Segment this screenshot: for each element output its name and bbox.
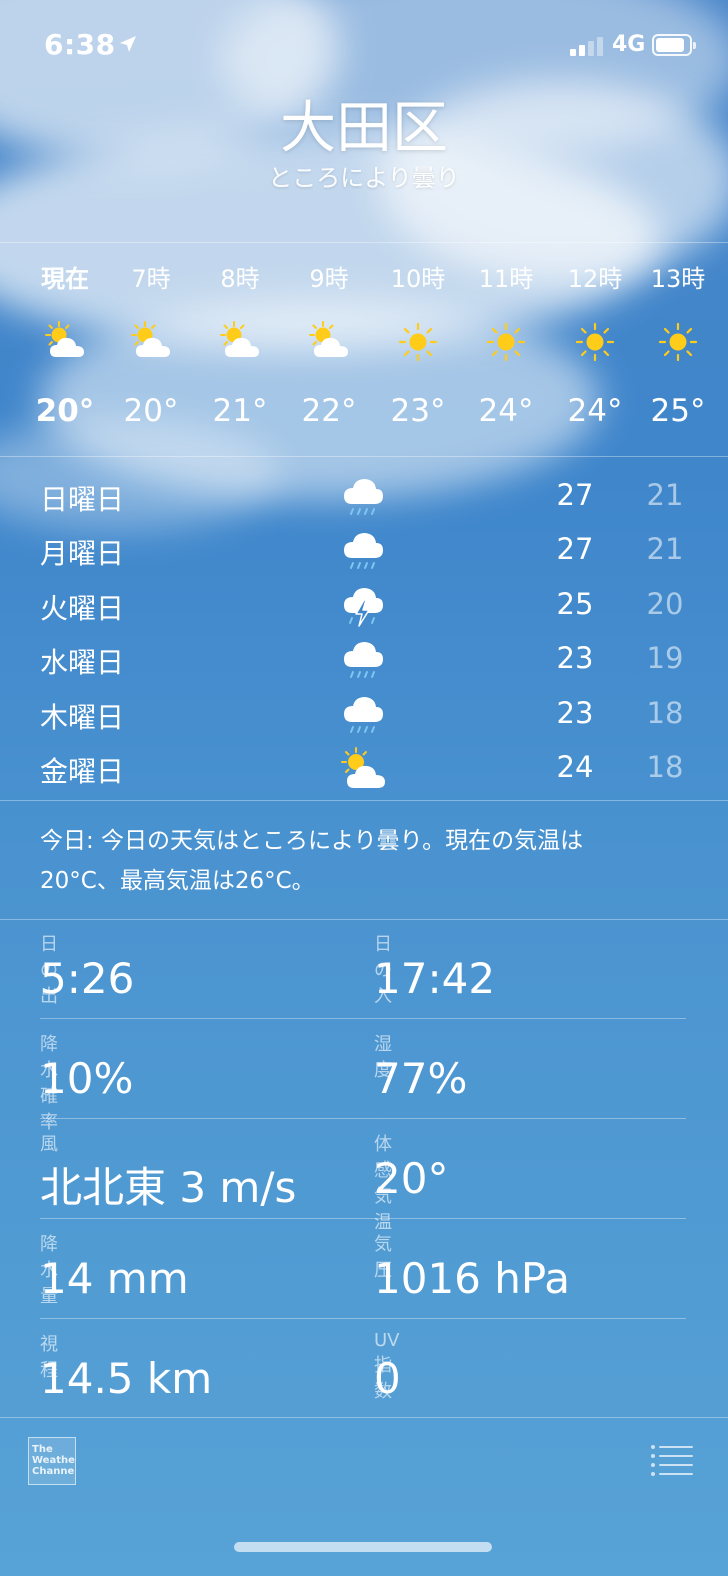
day-name: 金曜日 (40, 755, 125, 788)
partly-cloudy-icon (220, 321, 260, 358)
partly-cloudy-icon (131, 321, 171, 358)
sun-icon (398, 322, 438, 362)
hour-label: 11時 (478, 265, 534, 293)
hour-label: 現在 (41, 265, 89, 293)
divider (40, 1218, 686, 1219)
sun-icon (486, 322, 526, 362)
day-low: 19 (646, 641, 684, 675)
hourly-item: 8時 21° (190, 243, 290, 457)
hour-temp: 20° (123, 393, 179, 429)
rain-icon (343, 532, 384, 569)
rain-icon (343, 478, 384, 515)
weather-details: 日の出 5:26 日の入 17:42 降水確率 10% 湿度 77% 風 北北東… (0, 920, 728, 1420)
cellular-signal-icon (570, 36, 604, 56)
day-name: 火曜日 (40, 592, 125, 625)
day-low: 18 (646, 750, 684, 784)
detail-value: 10% (40, 1054, 134, 1103)
current-condition: ところにより曇り (268, 164, 460, 192)
hour-temp: 21° (212, 393, 268, 429)
day-high: 23 (556, 641, 594, 675)
day-high: 27 (556, 532, 594, 566)
hour-temp: 24° (478, 393, 534, 429)
hour-label: 13時 (650, 265, 706, 293)
detail-value: 20° (374, 1154, 449, 1203)
status-bar: 6:38 4G (0, 0, 728, 90)
detail-value: 1016 hPa (374, 1254, 571, 1303)
day-high: 23 (556, 696, 594, 730)
day-high: 24 (556, 750, 594, 784)
hour-temp: 23° (390, 393, 446, 429)
day-high: 27 (556, 478, 594, 512)
hour-temp: 20° (35, 393, 95, 429)
day-low: 20 (646, 587, 684, 621)
partly-cloudy-icon (45, 321, 85, 358)
hour-label: 10時 (390, 265, 446, 293)
daily-row: 金曜日 24 18 (0, 742, 728, 796)
detail-value: 5:26 (40, 954, 135, 1003)
day-low: 21 (646, 532, 684, 566)
partly-cloudy-icon (341, 747, 386, 789)
footer-divider (0, 1417, 728, 1418)
hourly-item: 13時 25° (628, 243, 728, 457)
hour-temp: 22° (301, 393, 357, 429)
hour-label: 8時 (220, 265, 260, 293)
hourly-item: 10時 23° (368, 243, 468, 457)
day-name: 日曜日 (40, 483, 125, 516)
detail-value: 14.5 km (40, 1354, 213, 1403)
rain-icon (343, 696, 384, 733)
day-name: 木曜日 (40, 701, 125, 734)
hourly-item: 9時 22° (279, 243, 379, 457)
partly-cloudy-icon (309, 321, 349, 358)
daily-row: 日曜日 27 21 (0, 470, 728, 524)
weather-channel-logo[interactable]: The Weather Channel (28, 1437, 76, 1485)
daily-row: 水曜日 23 19 (0, 633, 728, 687)
detail-label: 風 (40, 1134, 58, 1155)
hourly-item: 7時 20° (101, 243, 201, 457)
day-high: 25 (556, 587, 594, 621)
detail-value: 17:42 (374, 954, 496, 1003)
divider (40, 1318, 686, 1319)
day-name: 月曜日 (40, 537, 125, 570)
battery-icon (652, 34, 696, 56)
hourly-item: 11時 24° (456, 243, 556, 457)
hour-label: 9時 (309, 265, 349, 293)
home-indicator[interactable] (234, 1542, 492, 1552)
location-arrow-icon (120, 36, 136, 52)
day-name: 水曜日 (40, 646, 125, 679)
sun-icon (658, 322, 698, 362)
hourly-item: 現在 20° (15, 243, 115, 457)
divider (40, 1118, 686, 1119)
city-name: 大田区 (280, 96, 448, 161)
today-summary: 今日: 今日の天気はところにより曇り。現在の気温は 20°C、最高気温は26°C。 (0, 800, 728, 920)
hourly-forecast[interactable]: 現在 20° 7時 20° 8時 21° 9時 22° 10時 23° 11時 … (0, 242, 728, 457)
city-list-icon[interactable] (650, 1444, 694, 1476)
daily-forecast: 日曜日 27 21 月曜日 27 21 火曜日 25 20 水曜日 23 19 … (0, 470, 728, 800)
summary-text: 今日: 今日の天気はところにより曇り。現在の気温は 20°C、最高気温は26°C。 (40, 828, 584, 894)
daily-row: 月曜日 27 21 (0, 524, 728, 578)
daily-row: 火曜日 25 20 (0, 579, 728, 633)
daily-row: 木曜日 23 18 (0, 688, 728, 742)
rain-icon (343, 641, 384, 678)
hour-label: 7時 (131, 265, 171, 293)
status-time: 6:38 (44, 28, 116, 61)
detail-value: 北北東 3 m/s (40, 1163, 297, 1212)
thunderstorm-icon (343, 587, 384, 627)
location-header: 大田区 ところにより曇り (0, 95, 728, 205)
detail-value: 77% (374, 1054, 468, 1103)
hour-temp: 25° (650, 393, 706, 429)
network-type: 4G (612, 32, 646, 57)
detail-value: 14 mm (40, 1254, 189, 1303)
divider (40, 1018, 686, 1019)
detail-value: 0 (374, 1354, 401, 1403)
day-low: 21 (646, 478, 684, 512)
day-low: 18 (646, 696, 684, 730)
sun-icon (575, 322, 615, 362)
